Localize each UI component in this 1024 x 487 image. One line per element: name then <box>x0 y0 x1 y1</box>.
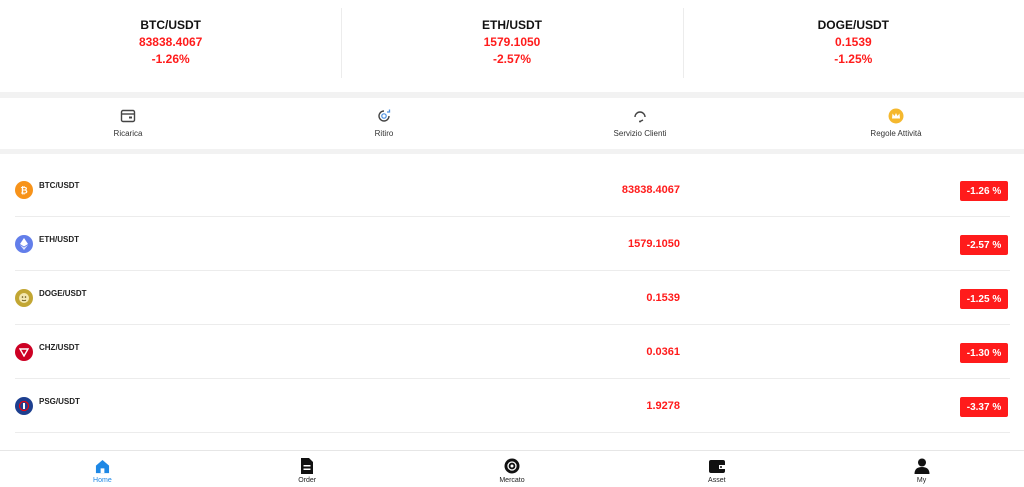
action-label: Servizio Clienti <box>613 129 667 138</box>
tab-market[interactable]: Mercato <box>410 451 615 487</box>
svg-text:₿: ₿ <box>20 186 27 196</box>
market-icon <box>503 457 521 475</box>
tab-label: My <box>916 477 927 484</box>
action-label: Ritiro <box>374 129 394 138</box>
ticker-price: 83838.4067 <box>138 35 203 49</box>
tab-label: Asset <box>708 477 726 484</box>
change-badge: -1.26 % <box>960 181 1008 201</box>
headset-icon <box>631 107 649 125</box>
market-price: 1.9278 <box>646 400 680 412</box>
market-list: ₿ BTC/USDT 83838.4067 -1.26 % ETH/USDT 1… <box>15 163 1010 433</box>
change-badge: -1.30 % <box>960 343 1008 363</box>
market-symbol: BTC/USDT <box>39 181 80 190</box>
ticker-price: 0.1539 <box>834 35 872 49</box>
market-price: 1579.1050 <box>628 238 680 250</box>
market-price: 0.0361 <box>646 346 680 358</box>
home-icon <box>93 457 111 475</box>
tab-order[interactable]: Order <box>205 451 410 487</box>
ticker-change: -1.25% <box>834 52 873 66</box>
ticker-price: 1579.1050 <box>483 35 541 49</box>
ticker-symbol: ETH/USDT <box>481 18 542 32</box>
tab-label: Home <box>93 477 112 484</box>
ticker-doge[interactable]: DOGE/USDT 0.1539 -1.25% <box>682 0 1024 92</box>
action-label: Regole Attività <box>870 129 922 138</box>
bottom-tab-bar: Home Order Mercato Asset My <box>0 450 1024 487</box>
market-symbol: ETH/USDT <box>39 235 79 244</box>
ticker-btc[interactable]: BTC/USDT 83838.4067 -1.26% <box>0 0 341 92</box>
ethereum-icon <box>15 235 33 253</box>
market-row[interactable]: PSG/USDT 1.9278 -3.37 % <box>15 379 1010 433</box>
market-row[interactable]: ₿ BTC/USDT 83838.4067 -1.26 % <box>15 163 1010 217</box>
dogecoin-icon <box>15 289 33 307</box>
tab-label: Mercato <box>499 477 525 484</box>
market-row[interactable]: CHZ/USDT 0.0361 -1.30 % <box>15 325 1010 379</box>
quick-actions: Ricarica Ritiro Servizio Clienti Regole … <box>0 98 1024 149</box>
market-symbol: PSG/USDT <box>39 397 80 406</box>
ticker-change: -2.57% <box>492 52 531 66</box>
customer-service-button[interactable]: Servizio Clienti <box>512 98 768 149</box>
tab-asset[interactable]: Asset <box>614 451 819 487</box>
change-badge: -1.25 % <box>960 289 1008 309</box>
change-badge: -3.37 % <box>960 397 1008 417</box>
document-icon <box>298 457 316 475</box>
divider <box>0 149 1024 154</box>
withdraw-icon <box>375 107 393 125</box>
bitcoin-icon: ₿ <box>15 181 33 199</box>
withdraw-button[interactable]: Ritiro <box>256 98 512 149</box>
change-badge: -2.57 % <box>960 235 1008 255</box>
action-label: Ricarica <box>113 129 143 138</box>
wallet-icon <box>119 107 137 125</box>
tab-home[interactable]: Home <box>0 451 205 487</box>
market-row[interactable]: ETH/USDT 1579.1050 -2.57 % <box>15 217 1010 271</box>
psg-icon <box>15 397 33 415</box>
market-row[interactable]: DOGE/USDT 0.1539 -1.25 % <box>15 271 1010 325</box>
market-price: 0.1539 <box>646 292 680 304</box>
ticker-symbol: BTC/USDT <box>140 18 201 32</box>
market-symbol: DOGE/USDT <box>39 289 87 298</box>
user-icon <box>913 457 931 475</box>
ticker-symbol: DOGE/USDT <box>817 18 889 32</box>
tab-label: Order <box>298 477 317 484</box>
market-symbol: CHZ/USDT <box>39 343 80 352</box>
ticker-change: -1.26% <box>151 52 190 66</box>
ticker-eth[interactable]: ETH/USDT 1579.1050 -2.57% <box>341 0 682 92</box>
crown-icon <box>887 107 905 125</box>
wallet-icon <box>708 457 726 475</box>
chiliz-icon <box>15 343 33 361</box>
tab-my[interactable]: My <box>819 451 1024 487</box>
market-price: 83838.4067 <box>621 184 680 196</box>
recharge-button[interactable]: Ricarica <box>0 98 256 149</box>
activity-rules-button[interactable]: Regole Attività <box>768 98 1024 149</box>
ticker-strip: BTC/USDT 83838.4067 -1.26% ETH/USDT 1579… <box>0 0 1024 92</box>
